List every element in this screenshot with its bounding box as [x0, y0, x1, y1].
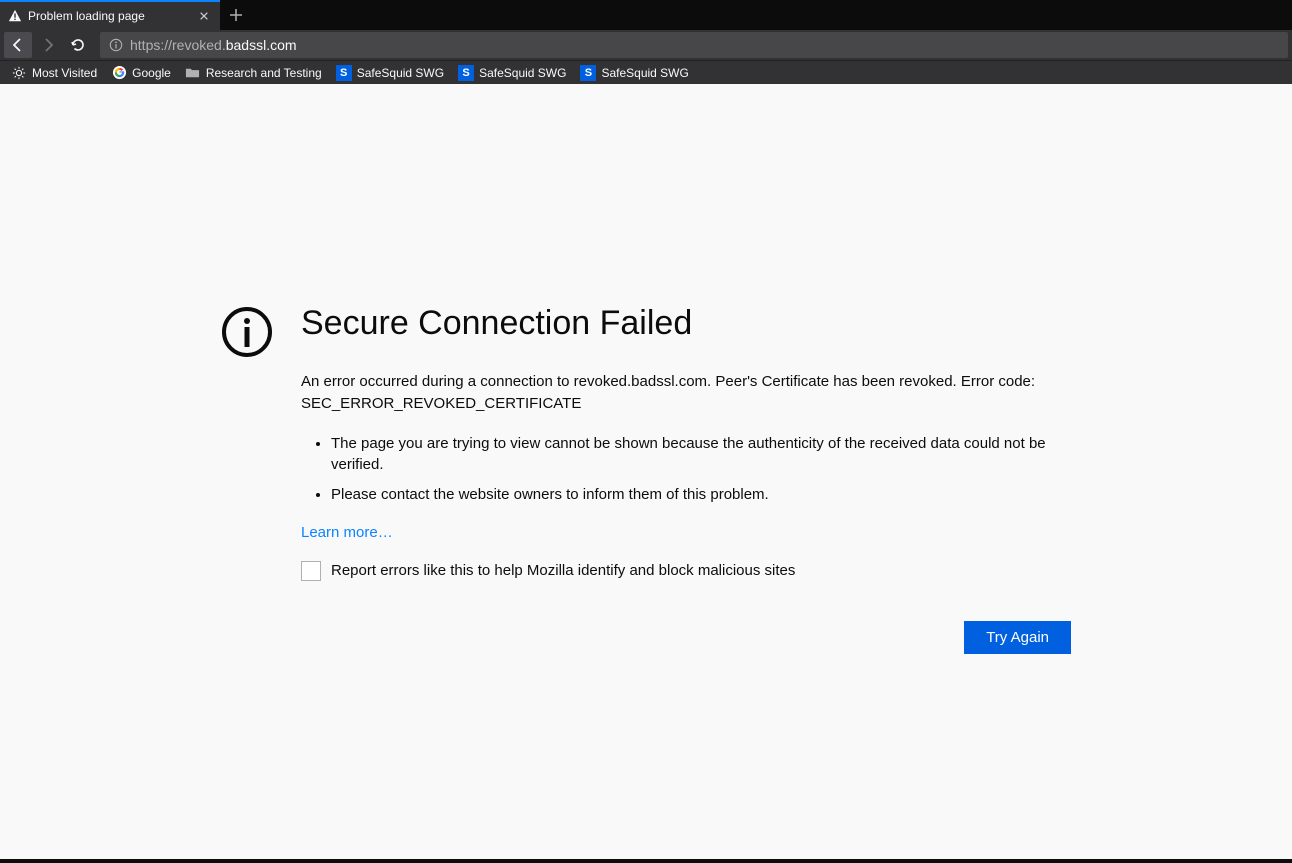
- report-checkbox[interactable]: [301, 561, 321, 581]
- forward-button[interactable]: [34, 32, 62, 58]
- identity-info-icon[interactable]: [108, 37, 124, 53]
- bookmark-icon: [111, 65, 127, 81]
- error-bullet: Please contact the website owners to inf…: [331, 484, 1071, 506]
- bookmark-item[interactable]: Most Visited: [6, 63, 102, 83]
- tab-title: Problem loading page: [28, 9, 196, 23]
- bookmark-label: SafeSquid SWG: [357, 66, 444, 80]
- bookmark-icon: [11, 65, 27, 81]
- error-title: Secure Connection Failed: [301, 304, 1071, 343]
- reload-button[interactable]: [64, 32, 92, 58]
- new-tab-button[interactable]: [220, 0, 252, 30]
- tab-strip: Problem loading page: [0, 0, 1292, 30]
- bookmark-label: SafeSquid SWG: [479, 66, 566, 80]
- bookmark-icon: [185, 65, 201, 81]
- learn-more-link[interactable]: Learn more…: [301, 524, 393, 541]
- error-body: Secure Connection Failed An error occurr…: [301, 304, 1071, 654]
- error-description: An error occurred during a connection to…: [301, 371, 1071, 415]
- error-bullet: The page you are trying to view cannot b…: [331, 433, 1071, 477]
- page-content: Secure Connection Failed An error occurr…: [0, 84, 1292, 863]
- bookmark-label: Research and Testing: [206, 66, 322, 80]
- bookmark-item[interactable]: Research and Testing: [180, 63, 327, 83]
- bookmark-icon: S: [458, 65, 474, 81]
- bookmark-item[interactable]: Google: [106, 63, 176, 83]
- bookmark-item[interactable]: S SafeSquid SWG: [331, 63, 449, 83]
- bookmark-label: Most Visited: [32, 66, 97, 80]
- url-bar[interactable]: https://revoked.badssl.com: [100, 32, 1288, 58]
- bookmarks-toolbar: Most VisitedGoogleResearch and TestingSS…: [0, 60, 1292, 84]
- back-button[interactable]: [4, 32, 32, 58]
- bookmark-item[interactable]: S SafeSquid SWG: [575, 63, 693, 83]
- error-container: Secure Connection Failed An error occurr…: [221, 304, 1071, 863]
- bottom-bar: [0, 859, 1292, 863]
- url-text: https://revoked.badssl.com: [130, 37, 297, 53]
- bookmark-label: Google: [132, 66, 171, 80]
- url-prefix: https://revoked.: [130, 37, 226, 53]
- bookmark-item[interactable]: S SafeSquid SWG: [453, 63, 571, 83]
- bookmark-icon: S: [580, 65, 596, 81]
- error-bullets: The page you are trying to view cannot b…: [301, 433, 1071, 506]
- report-label: Report errors like this to help Mozilla …: [331, 562, 795, 579]
- try-again-button[interactable]: Try Again: [964, 621, 1071, 654]
- url-host: badssl.com: [226, 37, 297, 53]
- error-info-icon: [221, 306, 273, 358]
- close-tab-button[interactable]: [196, 8, 212, 24]
- warning-icon: [8, 9, 22, 23]
- bookmark-icon: S: [336, 65, 352, 81]
- bookmark-label: SafeSquid SWG: [601, 66, 688, 80]
- nav-toolbar: https://revoked.badssl.com: [0, 30, 1292, 60]
- browser-tab[interactable]: Problem loading page: [0, 0, 220, 30]
- report-row: Report errors like this to help Mozilla …: [301, 561, 1071, 581]
